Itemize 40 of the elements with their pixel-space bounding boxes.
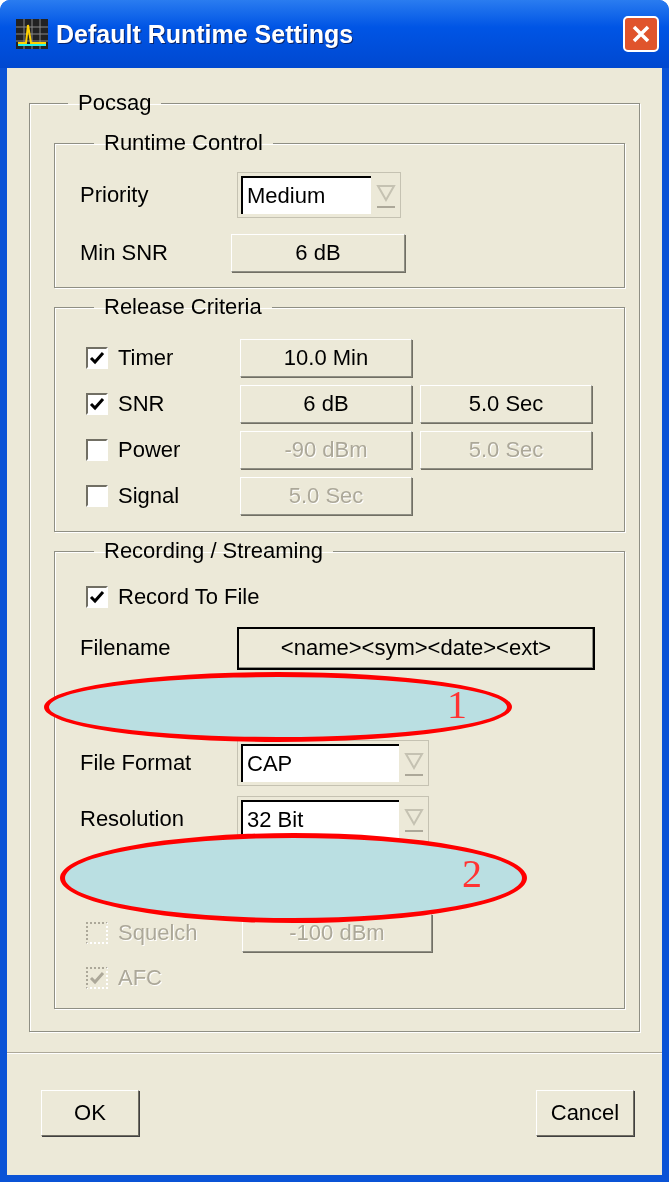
dialog-button[interactable]: OK [41, 1090, 139, 1136]
checkmark-icon [89, 351, 105, 365]
value-button[interactable]: 6 dB [231, 234, 405, 272]
checkbox[interactable] [86, 393, 108, 415]
close-button[interactable] [623, 16, 659, 52]
checkbox[interactable] [86, 347, 108, 369]
app-icon [16, 19, 48, 49]
checkmark-icon [89, 397, 105, 411]
group-title: Pocsag [77, 90, 153, 116]
checkbox[interactable] [86, 439, 108, 461]
value-button[interactable]: 6 dB [240, 385, 412, 423]
field-label: Min SNR [80, 240, 168, 266]
checkbox-label: AFC [118, 965, 162, 991]
checkbox-label: Timer [118, 345, 174, 371]
group-title: Release Criteria [103, 294, 263, 320]
close-icon [631, 24, 651, 44]
checkbox-label: Signal [118, 483, 180, 509]
dropdown[interactable]: Medium [237, 172, 401, 218]
filename-button[interactable]: <name><sym><date><ext> [237, 626, 595, 670]
field-label: Filename [80, 635, 171, 661]
annotation-number: 2 [462, 850, 482, 897]
field-label: File Format [80, 750, 192, 776]
group-title: Recording / Streaming [103, 538, 324, 564]
checkbox[interactable] [86, 586, 108, 608]
checkbox-label: Squelch [118, 920, 198, 946]
checkbox-label: SNR [118, 391, 165, 417]
checkmark-icon [89, 590, 105, 604]
checkmark-icon [89, 971, 105, 985]
annotation-number: 1 [447, 681, 467, 728]
window-title: Default Runtime Settings [56, 19, 355, 49]
dropdown[interactable]: CAP [237, 740, 429, 786]
field-label: Priority [80, 182, 149, 208]
checkbox-label: Record To File [118, 584, 260, 610]
value-button[interactable]: 10.0 Min [240, 339, 412, 377]
dialog-button[interactable]: Cancel [536, 1090, 634, 1136]
group-title: Runtime Control [103, 130, 264, 156]
value-button[interactable]: 5.0 Sec [420, 385, 592, 423]
checkbox[interactable] [86, 485, 108, 507]
checkbox-label: Power [118, 437, 181, 463]
field-label: Resolution [80, 806, 184, 832]
